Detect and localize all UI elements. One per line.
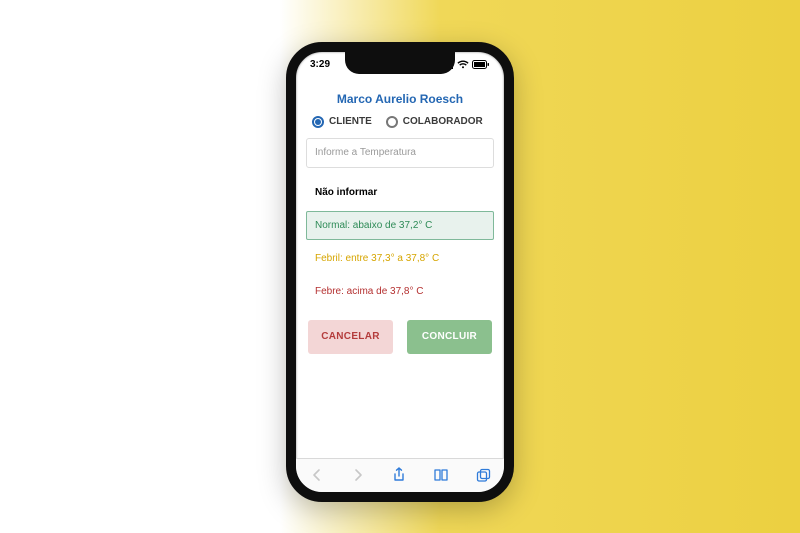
- wifi-icon: [457, 60, 469, 69]
- radio-checked-icon: [312, 116, 324, 128]
- role-radio-group: CLIENTE COLABORADOR: [306, 116, 494, 138]
- back-icon[interactable]: [310, 468, 324, 482]
- forward-icon[interactable]: [351, 468, 365, 482]
- radio-unchecked-icon: [386, 116, 398, 128]
- option-normal[interactable]: Normal: abaixo de 37,2° C: [306, 211, 494, 240]
- phone-frame: 3:29 Marco Aurelio Roesch CLIENTE COLABO…: [286, 42, 514, 502]
- temperature-input[interactable]: Informe a Temperatura: [306, 138, 494, 168]
- option-febre[interactable]: Febre: acima de 37,8° C: [306, 277, 494, 306]
- app-screen: Marco Aurelio Roesch CLIENTE COLABORADOR…: [296, 78, 504, 492]
- radio-colaborador[interactable]: COLABORADOR: [386, 116, 483, 128]
- cancel-button[interactable]: CANCELAR: [308, 320, 393, 354]
- temperature-placeholder: Informe a Temperatura: [315, 147, 416, 158]
- share-icon[interactable]: [392, 467, 406, 483]
- radio-cliente-label: CLIENTE: [329, 116, 372, 127]
- status-time: 3:29: [310, 59, 330, 70]
- confirm-button[interactable]: CONCLUIR: [407, 320, 492, 354]
- button-row: CANCELAR CONCLUIR: [306, 310, 494, 364]
- bookmarks-icon[interactable]: [433, 468, 449, 482]
- battery-icon: [472, 60, 490, 69]
- safari-toolbar: [296, 458, 504, 492]
- option-febril[interactable]: Febril: entre 37,3° a 37,8° C: [306, 244, 494, 273]
- radio-colaborador-label: COLABORADOR: [403, 116, 483, 127]
- radio-cliente[interactable]: CLIENTE: [312, 116, 372, 128]
- form-content: Marco Aurelio Roesch CLIENTE COLABORADOR…: [296, 78, 504, 458]
- page-title: Marco Aurelio Roesch: [306, 84, 494, 116]
- phone-notch: [345, 52, 455, 74]
- tabs-icon[interactable]: [476, 468, 491, 483]
- option-nao-informar[interactable]: Não informar: [306, 178, 494, 207]
